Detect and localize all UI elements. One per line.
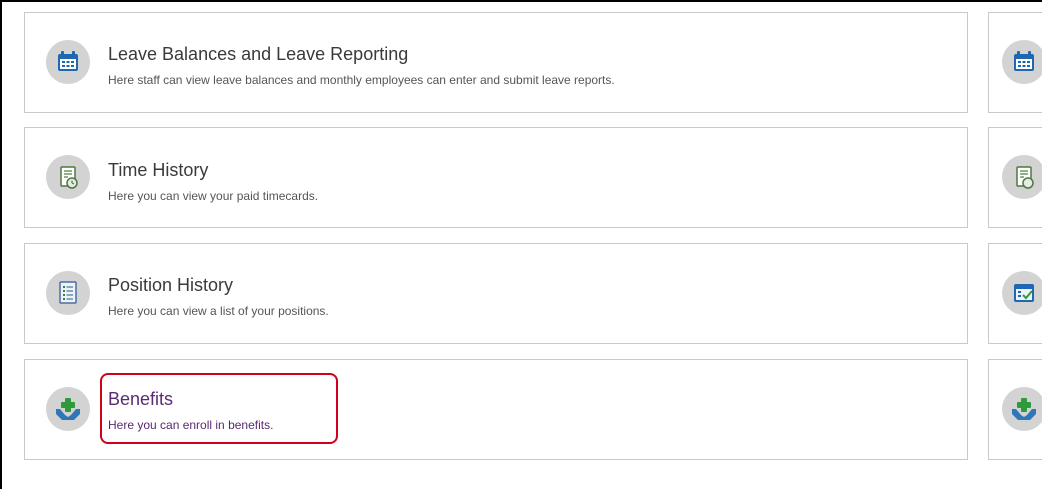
right-card-2[interactable] — [988, 127, 1042, 228]
right-card-3[interactable] — [988, 243, 1042, 344]
card-title: Position History — [108, 275, 234, 295]
calendar-icon — [46, 40, 90, 84]
right-card-1[interactable] — [988, 12, 1042, 113]
time-history-card[interactable]: Time History Here you can view your paid… — [24, 127, 968, 228]
right-card-4[interactable] — [988, 359, 1042, 460]
card-description: Here you can enroll in benefits. — [108, 418, 274, 432]
card-description: Here you can view your paid timecards. — [108, 189, 319, 203]
calendar-check-icon — [1002, 271, 1042, 315]
card-title: Time History — [108, 160, 209, 180]
benefits-card[interactable]: Benefits Here you can enroll in benefits… — [24, 359, 968, 460]
card-description: Here you can view a list of your positio… — [108, 304, 329, 318]
timecard-icon — [46, 155, 90, 199]
list-document-icon — [46, 271, 90, 315]
timecard-icon — [1002, 155, 1042, 199]
card-description: Here staff can view leave balances and m… — [108, 73, 615, 87]
position-history-card[interactable]: Position History Here you can view a lis… — [24, 243, 968, 344]
calendar-icon — [1002, 40, 1042, 84]
benefits-hands-icon — [46, 387, 90, 431]
card-title: Leave Balances and Leave Reporting — [108, 44, 409, 64]
leave-balances-card[interactable]: Leave Balances and Leave Reporting Here … — [24, 12, 968, 113]
card-title: Benefits — [108, 389, 174, 409]
benefits-hands-icon — [1002, 387, 1042, 431]
